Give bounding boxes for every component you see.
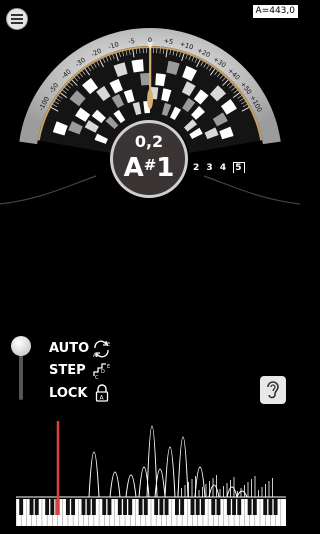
piano-black-key	[123, 499, 127, 515]
note-accidental: #	[143, 156, 157, 174]
piano-black-key	[19, 499, 24, 515]
menu-button[interactable]	[6, 8, 28, 30]
piano-black-key	[159, 499, 164, 515]
octave-label: 3	[206, 163, 215, 173]
octave-label: 2	[193, 163, 202, 173]
frequency-spectrum	[16, 421, 286, 505]
piano-black-key	[138, 499, 143, 515]
octave-labels: 2 3 4 5	[193, 162, 246, 173]
mode-lock-label[interactable]: LOCK	[49, 386, 88, 401]
octave-label-selected: 5	[233, 162, 246, 173]
piano-black-key	[232, 499, 236, 515]
octave-label: 4	[219, 163, 229, 173]
dial-scale-label: +5	[163, 37, 174, 46]
piano-black-key	[86, 499, 91, 515]
piano-black-key	[128, 499, 133, 515]
calibration-badge[interactable]: A=443,0	[252, 5, 298, 18]
spectrum-curve	[16, 425, 286, 499]
hamburger-icon	[11, 14, 23, 24]
tuner-screen: -100 -50 -40 -30 -20 -10 -5 0 +5 +10 +20 +30 +40 +50 +…	[0, 0, 300, 534]
piano-black-key	[164, 499, 169, 515]
piano-black-key	[263, 499, 268, 515]
dial-left-shoulder	[0, 178, 95, 220]
dial-pattern-block	[131, 59, 144, 73]
note-letter: A	[123, 153, 144, 183]
piano-black-key	[247, 499, 252, 515]
piano-black-key	[200, 499, 205, 515]
mode-slider-knob[interactable]	[11, 336, 31, 356]
svg-text:D: D	[101, 369, 105, 375]
dial-scale-label: -5	[128, 37, 136, 46]
piano-black-key	[190, 499, 195, 515]
svg-text:E: E	[107, 364, 110, 370]
piano-black-key	[65, 499, 70, 515]
piano-black-key	[102, 499, 107, 515]
piano-black-key	[268, 499, 273, 515]
piano-black-key	[180, 499, 185, 515]
piano-black-key	[154, 499, 159, 515]
svg-text:A: A	[93, 353, 97, 358]
step-notes-icon: C D E	[93, 363, 110, 380]
svg-text:C: C	[95, 375, 99, 380]
piano-black-key	[237, 499, 242, 515]
piano-black-key	[252, 499, 257, 515]
note-octave: 1	[156, 153, 175, 183]
cents-readout: 0,2	[134, 132, 164, 151]
piano-keyboard[interactable]	[16, 499, 286, 526]
piano-black-key	[226, 499, 231, 515]
piano-active-key	[56, 499, 59, 515]
piano-black-key	[81, 499, 86, 515]
note-display: 0,2 A#1	[110, 120, 188, 198]
ear-button[interactable]	[260, 376, 286, 404]
piano-black-key	[45, 499, 50, 515]
mode-auto-label[interactable]: AUTO	[49, 341, 89, 356]
svg-text:E: E	[107, 342, 110, 348]
needle-counterweight	[147, 89, 154, 110]
padlock-icon: A	[95, 384, 109, 402]
piano-black-key	[29, 499, 34, 515]
piano-black-key	[211, 499, 216, 515]
mode-slider-track[interactable]	[19, 350, 23, 400]
piano-black-key	[195, 499, 200, 515]
piano-black-key	[107, 499, 112, 515]
dial-right-shoulder	[205, 178, 300, 220]
mode-step-label[interactable]: STEP	[49, 363, 86, 378]
piano-black-key	[50, 499, 55, 515]
note-name: A#1	[113, 153, 185, 183]
piano-black-key	[273, 499, 278, 515]
piano-black-key	[174, 499, 179, 515]
piano-black-key	[71, 499, 76, 515]
piano-black-key	[91, 499, 96, 515]
dial-pattern-block	[140, 73, 150, 86]
piano-black-key	[34, 499, 39, 515]
rotate-arrows-icon: E A	[93, 340, 110, 358]
piano-black-key	[143, 499, 148, 515]
piano-black-key	[216, 499, 221, 515]
piano-black-key	[117, 499, 122, 515]
ear-icon	[267, 381, 279, 399]
